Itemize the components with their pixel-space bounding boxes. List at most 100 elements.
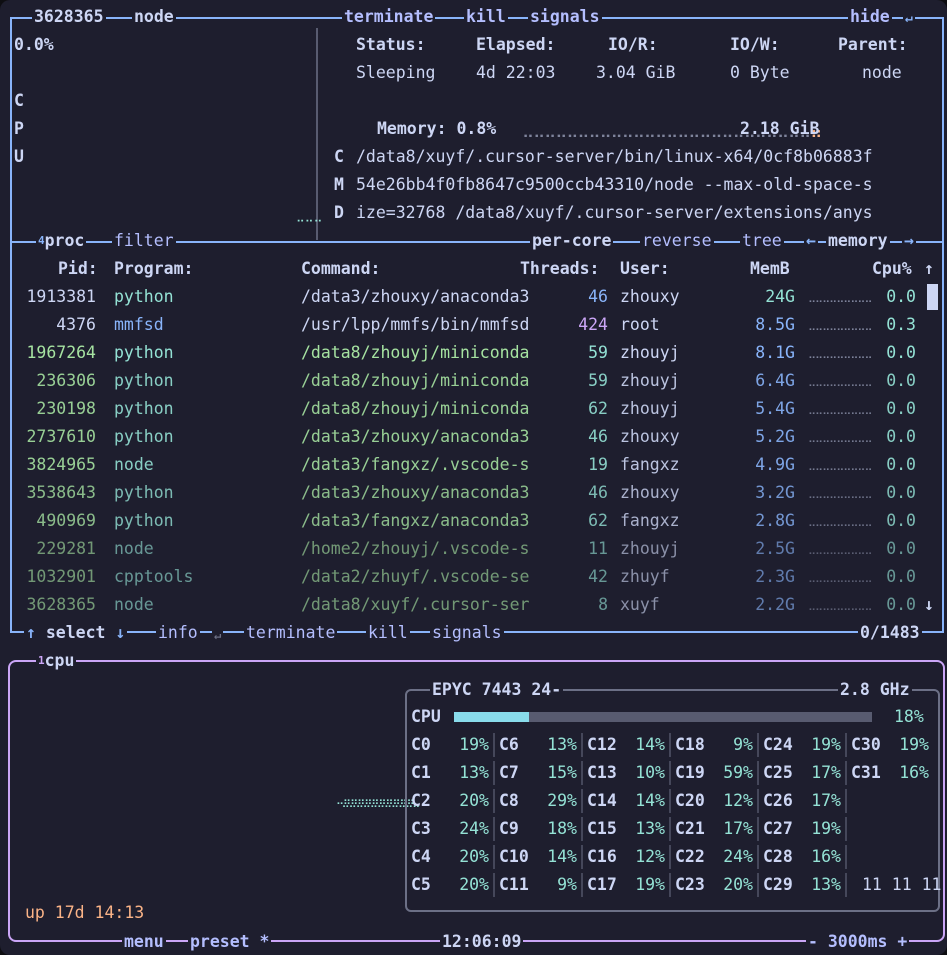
footer-signals-button[interactable]: signals — [430, 623, 504, 643]
core-percent: 13% — [459, 763, 489, 782]
cell-program: node — [114, 455, 154, 474]
core-label: C20 — [675, 791, 705, 810]
core-percent: 19% — [635, 875, 665, 894]
col-header-memb[interactable]: MemB — [750, 255, 790, 283]
core-column-separator — [845, 761, 847, 785]
status-header: Status: — [356, 35, 426, 54]
core-label: C31 — [851, 763, 881, 782]
core-column-separator — [581, 733, 583, 757]
tree-toggle[interactable]: tree — [740, 231, 784, 251]
col-header-threads[interactable]: Threads: — [520, 255, 599, 283]
hide-button[interactable]: hide — [848, 7, 892, 27]
update-interval-control[interactable]: - 3000ms + — [806, 932, 910, 952]
cmd-prefix-c: C — [334, 147, 344, 166]
core-label: C26 — [763, 791, 793, 810]
table-row[interactable]: 4376 mmfsd/usr/lpp/mmfs/bin/mmfsd 424 root 8… — [0, 311, 947, 339]
col-header-program[interactable]: Program: — [114, 255, 193, 283]
cell-user: fangxz — [620, 511, 680, 530]
menu-button[interactable]: menu — [122, 932, 166, 952]
cpu-mini-graph: ⣀⣀⣀⣀⣀⣀⣀⣀⣀ — [808, 542, 873, 555]
cell-threads: 8 — [598, 595, 608, 614]
cell-command: /data8/zhouyj/miniconda — [301, 343, 530, 362]
filter-button[interactable]: filter — [112, 231, 176, 251]
core-column-separator — [757, 873, 759, 897]
table-row[interactable]: 230198 python/data8/zhouyj/miniconda 62 zho… — [0, 395, 947, 423]
preset-button[interactable]: preset * — [188, 932, 272, 952]
scroll-down-icon[interactable]: ↓ — [924, 591, 934, 619]
scroll-up-icon[interactable]: ↑ — [924, 255, 934, 283]
per-core-toggle[interactable]: per-core — [530, 231, 614, 251]
cpu-mini-graph: ⣀⣀⣀⣀⣀⣀⣀⣀⣀ — [808, 374, 873, 387]
cell-mem: 5.2G — [755, 427, 795, 446]
cmd-line-1: /data8/xuyf/.cursor-server/bin/linux-x64… — [356, 147, 873, 166]
core-percent: 18% — [547, 819, 577, 838]
cell-pid: 1032901 — [26, 567, 96, 586]
cell-pid: 230198 — [36, 399, 96, 418]
table-row[interactable]: 3628365 node/data8/xuyf/.cursor-ser 8 xuyf 2… — [0, 591, 947, 619]
cell-user: zhouxy — [620, 427, 680, 446]
footer-terminate-button[interactable]: terminate — [244, 623, 338, 643]
cpu-total-percent: 18% — [894, 707, 924, 726]
kill-button[interactable]: kill — [464, 7, 508, 27]
core-label: C16 — [587, 847, 617, 866]
cell-program: python — [114, 399, 174, 418]
cell-pid: 3628365 — [26, 595, 96, 614]
cell-threads: 424 — [578, 315, 608, 334]
terminate-button[interactable]: terminate — [342, 7, 436, 27]
core-label: C1 — [411, 763, 431, 782]
table-row[interactable]: 1913381 python/data3/zhouxy/anaconda3 46 zh… — [0, 283, 947, 311]
cpu-mini-graph: ⣀⣀⣀⣀⣀⣀⣀⣀⣀ — [808, 598, 873, 611]
cell-command: /data3/fangxz/anaconda3 — [301, 511, 530, 530]
cell-user: zhouyj — [620, 399, 680, 418]
cell-user: root — [620, 315, 660, 334]
signals-button[interactable]: signals — [528, 7, 602, 27]
core-column-separator — [757, 845, 759, 869]
table-row[interactable]: 236306 python/data8/zhouyj/miniconda 59 zho… — [0, 367, 947, 395]
cell-pid: 229281 — [36, 539, 96, 558]
core-column-separator — [845, 789, 847, 813]
table-row[interactable]: 490969 python/data3/fangxz/anaconda3 62 fan… — [0, 507, 947, 535]
select-control[interactable]: ↑ select ↓ — [24, 623, 128, 643]
core-label: C6 — [499, 735, 519, 754]
sort-column-label[interactable]: memory — [826, 231, 890, 251]
table-row[interactable]: 3538643 python/data3/zhouxy/anaconda3 46 zh… — [0, 479, 947, 507]
sort-right-arrow-icon[interactable]: → — [902, 231, 916, 251]
info-button[interactable]: info — [156, 623, 200, 643]
io-write-value: 0 Byte — [730, 63, 790, 82]
sort-left-arrow-icon[interactable]: ← — [804, 231, 818, 251]
col-header-user[interactable]: User: — [620, 255, 670, 283]
core-percent: 16% — [899, 763, 929, 782]
col-header-pid[interactable]: Pid: — [58, 255, 98, 283]
col-header-cpu[interactable]: Cpu% — [872, 255, 912, 283]
core-percent: 20% — [459, 847, 489, 866]
cell-mem: 8.1G — [755, 343, 795, 362]
table-row[interactable]: 1032901 cpptools/data2/zhuyf/.vscode-se 42… — [0, 563, 947, 591]
cpu-letter-u: U — [14, 147, 24, 166]
table-row[interactable]: 2737610 python/data3/zhouxy/anaconda3 46 zh… — [0, 423, 947, 451]
core-label: C23 — [675, 875, 705, 894]
parent-value: node — [862, 63, 902, 82]
core-percent: 12% — [635, 847, 665, 866]
core-percent: 13% — [811, 875, 841, 894]
cell-threads: 46 — [588, 427, 608, 446]
footer-kill-button[interactable]: kill — [366, 623, 410, 643]
cell-pid: 3538643 — [26, 483, 96, 502]
cell-mem: 6.4G — [755, 371, 795, 390]
cell-threads: 19 — [588, 455, 608, 474]
table-row[interactable]: 229281 node/home2/zhouyj/.vscode-s 11 zhouy… — [0, 535, 947, 563]
core-label: C5 — [411, 875, 431, 894]
table-row[interactable]: 3824965 node/data3/fangxz/.vscode-s 19 fang… — [0, 451, 947, 479]
core-column-separator — [493, 873, 495, 897]
io-write-header: IO/W: — [730, 35, 780, 54]
core-percent: 14% — [635, 791, 665, 810]
cell-pid: 236306 — [36, 371, 96, 390]
cell-mem: 2.8G — [755, 511, 795, 530]
core-percent: 59% — [723, 763, 753, 782]
scrollbar-thumb[interactable] — [927, 284, 938, 310]
cell-threads: 62 — [588, 399, 608, 418]
reverse-toggle[interactable]: reverse — [640, 231, 714, 251]
col-header-command[interactable]: Command: — [301, 255, 380, 283]
table-row[interactable]: 1967264 python/data8/zhouyj/miniconda 59 zh… — [0, 339, 947, 367]
cell-pid: 1967264 — [26, 343, 96, 362]
core-column-separator — [493, 789, 495, 813]
